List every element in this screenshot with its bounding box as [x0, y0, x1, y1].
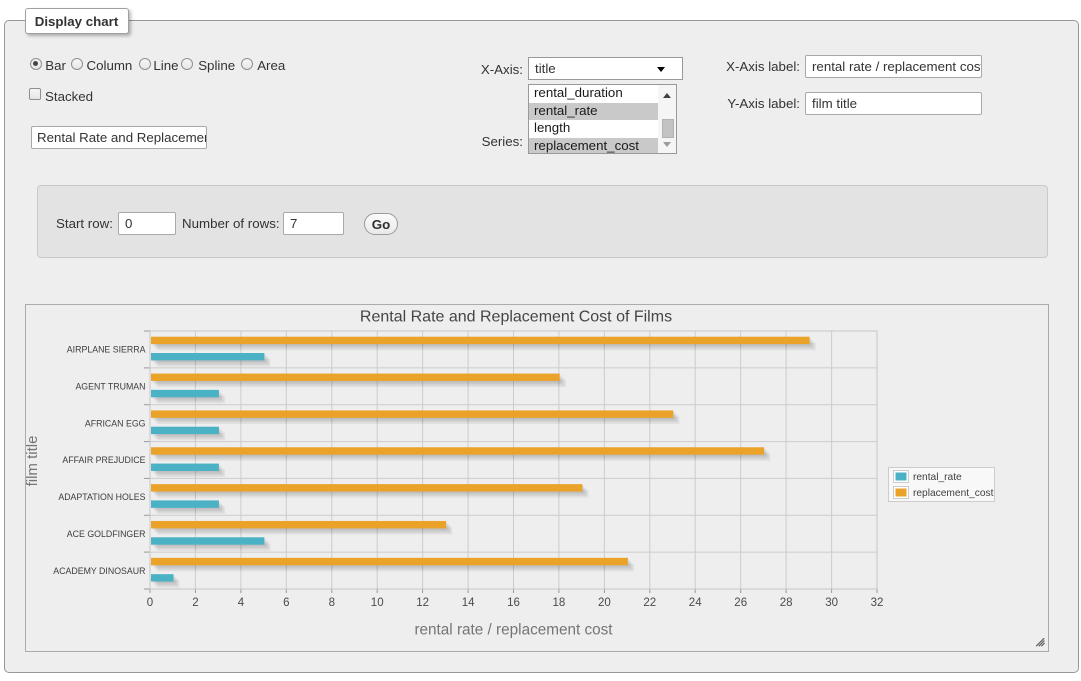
svg-text:AIRPLANE SIERRA: AIRPLANE SIERRA: [67, 345, 146, 355]
svg-text:28: 28: [780, 597, 793, 609]
svg-text:ADAPTATION HOLES: ADAPTATION HOLES: [58, 492, 145, 502]
svg-text:ACE GOLDFINGER: ACE GOLDFINGER: [67, 529, 146, 539]
svg-text:rental_rate: rental_rate: [913, 472, 962, 483]
svg-text:18: 18: [553, 597, 566, 609]
svg-text:6: 6: [283, 597, 289, 609]
svg-text:16: 16: [507, 597, 520, 609]
svg-text:24: 24: [689, 597, 702, 609]
svg-text:22: 22: [643, 597, 656, 609]
svg-text:4: 4: [238, 597, 245, 609]
svg-text:26: 26: [734, 597, 747, 609]
svg-text:AGENT TRUMAN: AGENT TRUMAN: [75, 382, 145, 392]
svg-text:20: 20: [598, 597, 611, 609]
svg-text:AFFAIR PREJUDICE: AFFAIR PREJUDICE: [62, 455, 145, 465]
svg-text:film title: film title: [24, 436, 41, 487]
svg-text:14: 14: [462, 597, 475, 609]
svg-text:0: 0: [147, 597, 153, 609]
svg-text:8: 8: [329, 597, 335, 609]
svg-text:AFRICAN EGG: AFRICAN EGG: [85, 418, 146, 428]
svg-text:Rental Rate and Replacement Co: Rental Rate and Replacement Cost of Film…: [360, 309, 672, 326]
svg-text:30: 30: [825, 597, 838, 609]
svg-text:replacement_cost: replacement_cost: [913, 488, 994, 499]
svg-text:32: 32: [871, 597, 884, 609]
svg-text:ACADEMY DINOSAUR: ACADEMY DINOSAUR: [53, 566, 145, 576]
svg-text:10: 10: [371, 597, 384, 609]
svg-text:12: 12: [416, 597, 429, 609]
svg-text:rental rate / replacement cost: rental rate / replacement cost: [414, 622, 613, 639]
svg-text:2: 2: [192, 597, 198, 609]
